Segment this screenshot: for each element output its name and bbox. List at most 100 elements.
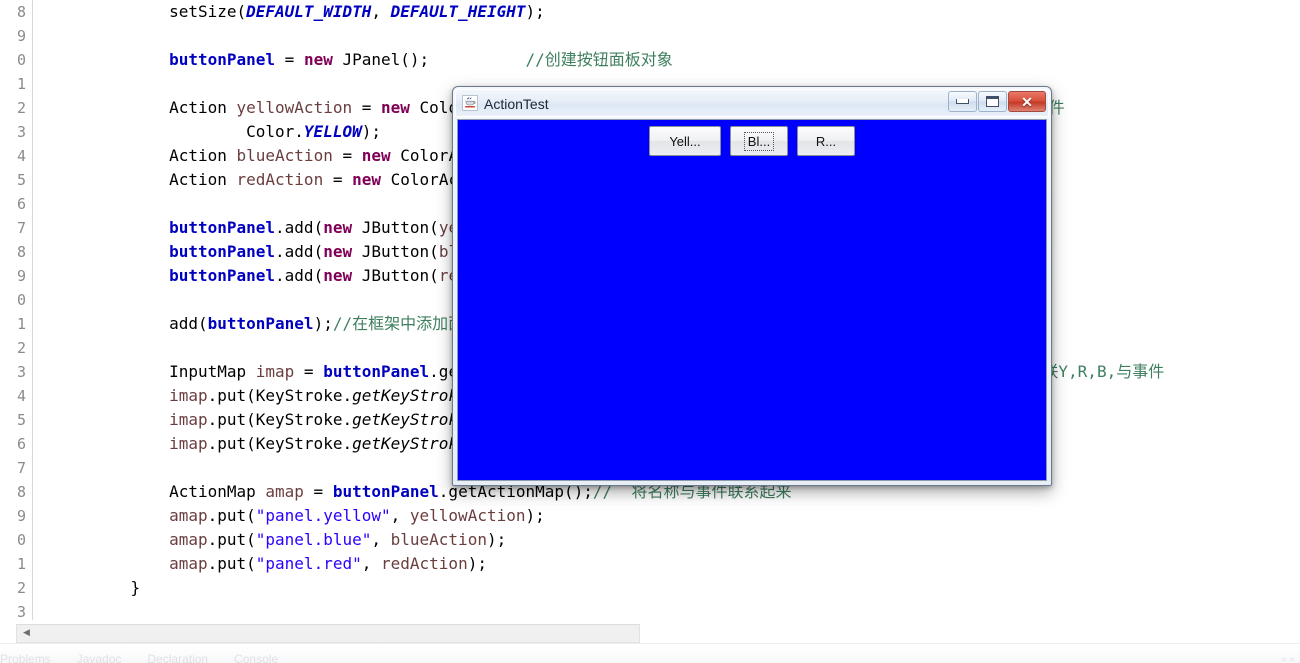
- window-title: ActionTest: [484, 96, 549, 112]
- code-line[interactable]: [33, 600, 1300, 622]
- code-token: amap: [265, 482, 304, 501]
- code-token: =: [332, 146, 362, 165]
- code-token: amap: [169, 506, 208, 525]
- code-token: );: [361, 122, 381, 141]
- screen-root: 89012345678901234567890123 setSize(DEFAU…: [0, 0, 1300, 663]
- code-token: amap: [169, 554, 208, 573]
- code-token: Color.: [246, 122, 304, 141]
- java-application-window[interactable]: ActionTest ✕ Yell... Bl... R...: [452, 86, 1052, 486]
- line-number: 5: [16, 411, 26, 429]
- java-button-1[interactable]: Yell...: [649, 126, 721, 156]
- code-line[interactable]: [33, 24, 1300, 48]
- line-number: 8: [16, 3, 26, 21]
- code-token: blueAction: [236, 146, 333, 165]
- line-number: 3: [16, 603, 26, 621]
- close-icon: ✕: [1021, 93, 1033, 110]
- code-token: .put(: [207, 554, 256, 573]
- code-line[interactable]: amap.put("panel.red", redAction);: [33, 552, 1300, 576]
- code-token: .put(: [207, 506, 256, 525]
- bottom-tab[interactable]: Declaration: [147, 652, 208, 663]
- code-token: Action: [169, 170, 237, 189]
- line-number: 1: [16, 75, 26, 93]
- code-token: imap: [255, 362, 295, 381]
- line-number: 3: [16, 123, 26, 141]
- line-number: 2: [16, 99, 26, 117]
- button-panel[interactable]: Yell... Bl... R...: [458, 126, 1046, 156]
- code-token: ,: [390, 506, 410, 525]
- code-token: DEFAULT_WIDTH: [246, 2, 372, 21]
- code-token: new: [323, 218, 353, 237]
- code-token: "panel.red": [255, 554, 362, 573]
- code-token: new: [361, 146, 391, 165]
- code-line[interactable]: setSize(DEFAULT_WIDTH, DEFAULT_HEIGHT);: [33, 0, 1300, 24]
- bottom-tab[interactable]: Console: [234, 652, 278, 663]
- java-button-2[interactable]: Bl...: [730, 126, 788, 156]
- code-token: );: [525, 2, 545, 21]
- code-token: new: [323, 266, 353, 285]
- code-token: blueAction: [390, 530, 487, 549]
- line-number: 9: [16, 27, 26, 45]
- editor-horizontal-scrollbar[interactable]: ◀: [16, 624, 640, 643]
- editor-bottom-separator: [0, 620, 1300, 622]
- code-token: //创建按钮面板对象: [525, 50, 673, 69]
- maximize-button[interactable]: [978, 91, 1007, 112]
- code-token: buttonPanel: [169, 50, 276, 69]
- code-line[interactable]: amap.put("panel.yellow", yellowAction);: [33, 504, 1300, 528]
- code-token: getKeyStroke: [352, 410, 468, 429]
- close-button[interactable]: ✕: [1008, 91, 1046, 112]
- bottom-tab[interactable]: Problems: [0, 652, 51, 663]
- code-token: redAction: [236, 170, 324, 189]
- code-token: .add(: [275, 218, 324, 237]
- line-number: 8: [16, 243, 26, 261]
- line-number: 8: [16, 483, 26, 501]
- java-button-3[interactable]: R...: [797, 126, 855, 156]
- bottom-panel-strip: Problems Javadoc Declaration Console ▫ ▫: [0, 643, 1300, 663]
- code-token: Action: [169, 146, 237, 165]
- line-number: 1: [16, 315, 26, 333]
- line-number-gutter: 8 9 0 1 2 3 4 5 6 7 8 9 0 1 2 3 4 5 6 7 8 9 0 1 2 3: [0, 0, 33, 622]
- line-number: 4: [16, 387, 26, 405]
- code-token: =: [303, 482, 333, 501]
- code-token: =: [352, 98, 381, 117]
- bottom-tab[interactable]: Javadoc: [77, 652, 122, 663]
- line-number: 9: [16, 267, 26, 285]
- code-token: imap: [169, 434, 208, 453]
- code-line[interactable]: buttonPanel = new JPanel(); //创建按钮面板对象: [33, 48, 1300, 72]
- window-titlebar[interactable]: ActionTest ✕: [455, 89, 1049, 117]
- code-token: redAction: [381, 554, 468, 573]
- code-token: add(: [169, 314, 208, 333]
- code-token: setSize(: [169, 2, 247, 21]
- code-token: imap: [169, 410, 208, 429]
- code-token: buttonPanel: [332, 482, 439, 501]
- window-control-buttons[interactable]: ✕: [947, 91, 1046, 112]
- scroll-left-arrow[interactable]: ◀: [19, 626, 34, 640]
- line-number: 9: [16, 507, 26, 525]
- code-token: JPanel();: [332, 50, 526, 69]
- code-line[interactable]: amap.put("panel.blue", blueAction);: [33, 528, 1300, 552]
- code-token: =: [323, 170, 353, 189]
- code-token: JButton(: [352, 242, 439, 261]
- blue-content-panel[interactable]: Yell... Bl... R...: [457, 119, 1047, 481]
- code-token: );: [525, 506, 545, 525]
- line-number: 0: [16, 531, 26, 549]
- code-token: DEFAULT_HEIGHT: [390, 2, 526, 21]
- bottom-panel-tabs[interactable]: Problems Javadoc Declaration Console: [0, 652, 304, 663]
- code-token: new: [303, 50, 333, 69]
- code-token: JButton(: [352, 266, 439, 285]
- code-token: yellowAction: [236, 98, 353, 117]
- code-line[interactable]: }: [33, 576, 1300, 600]
- line-number: 6: [16, 435, 26, 453]
- code-token: YELLOW: [303, 122, 362, 141]
- minimize-button[interactable]: [948, 91, 977, 112]
- line-number: 6: [16, 195, 26, 213]
